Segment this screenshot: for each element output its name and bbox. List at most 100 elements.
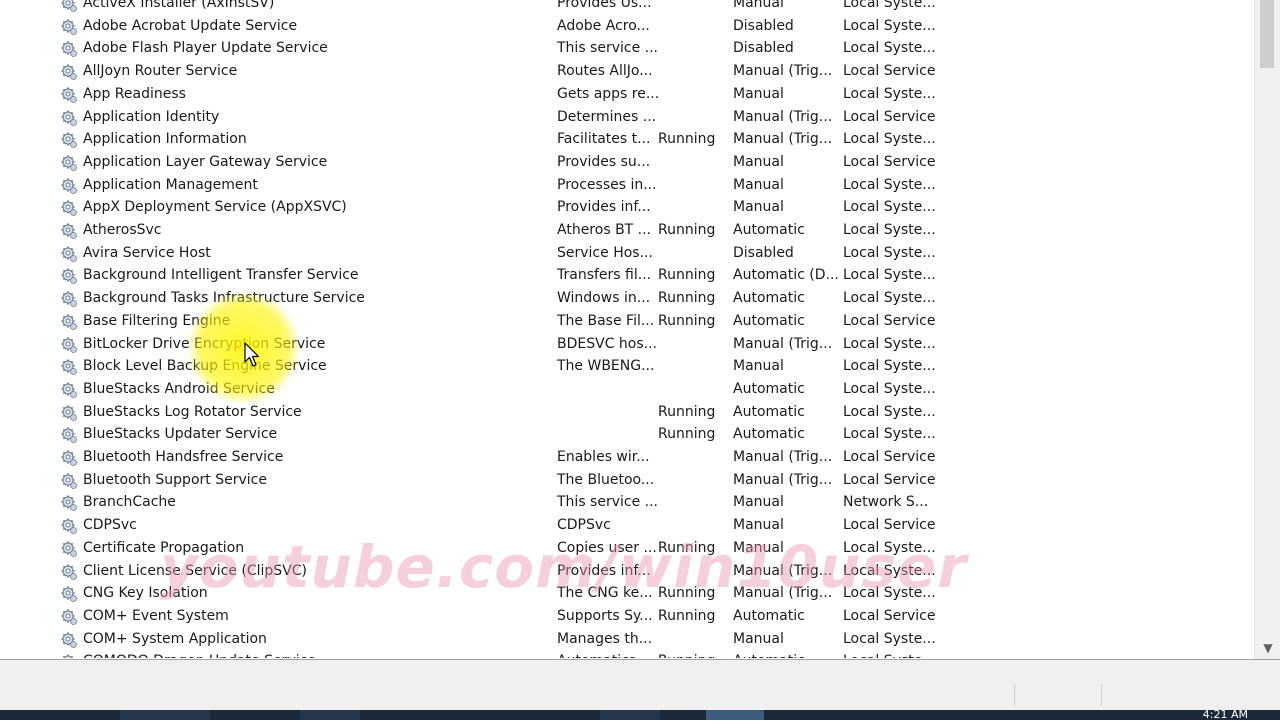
service-log-on-as: Local Syste... (843, 131, 936, 148)
service-row[interactable]: App Readiness Gets apps re... Manual Local … (0, 83, 1250, 105)
service-name: BlueStacks Android Service (83, 380, 275, 397)
service-log-on-as: Local Service (843, 471, 936, 488)
service-startup-type: Automatic (733, 607, 805, 624)
service-description: The CNG ke... (557, 585, 653, 602)
service-log-on-as: Local Syste... (843, 585, 936, 602)
service-row[interactable]: CNG Key Isolation The CNG ke... Running Man… (0, 582, 1250, 604)
taskbar-button[interactable] (300, 710, 360, 720)
service-status: Running (658, 222, 716, 238)
service-name: BlueStacks Updater Service (83, 426, 278, 443)
service-description: Copies user ... (557, 539, 657, 556)
service-log-on-as: Local Syste... (843, 403, 936, 420)
service-log-on-as: Local Service (843, 517, 936, 534)
service-row[interactable]: Adobe Flash Player Update Service This se… (0, 37, 1250, 59)
taskbar-button[interactable] (120, 710, 210, 720)
service-description: CDPSvc (557, 517, 611, 534)
service-row[interactable]: BlueStacks Log Rotator Service Running Aut… (0, 401, 1250, 423)
service-name: Application Identity (83, 108, 220, 125)
service-row[interactable]: COM+ Event System Supports Sy... Running Au… (0, 605, 1250, 627)
service-row[interactable]: Avira Service Host Service Hos... Disabled… (0, 242, 1250, 264)
gear-icon (60, 653, 78, 658)
service-row[interactable]: Adobe Acrobat Update Service Adobe Acro..… (0, 15, 1250, 37)
service-name: ActiveX Installer (AxInstSV) (83, 0, 275, 11)
service-description: This service ... (557, 494, 659, 511)
service-startup-type: Manual (Trig... (733, 585, 833, 602)
service-log-on-as: Local Syste... (843, 562, 936, 579)
service-log-on-as: Local Syste... (843, 653, 936, 658)
service-row[interactable]: COM+ System Application Manages th... Manu… (0, 628, 1250, 650)
service-log-on-as: Local Syste... (843, 40, 936, 57)
gear-icon (60, 131, 78, 149)
service-row[interactable]: Background Intelligent Transfer Service T… (0, 264, 1250, 286)
gear-icon (60, 245, 78, 263)
service-name: CDPSvc (83, 517, 137, 534)
service-row[interactable]: Base Filtering Engine The Base Fil... Runn… (0, 310, 1250, 332)
scroll-down-arrow[interactable]: ▼ (1255, 638, 1280, 658)
gear-icon (60, 18, 78, 36)
service-row[interactable]: COMODO Dragon Update Service Automatica..… (0, 650, 1250, 658)
service-status: Running (658, 403, 716, 420)
gear-icon (60, 267, 78, 285)
taskbar-clock[interactable]: 4:21 AM (1203, 708, 1248, 721)
service-description: The Bluetoo... (557, 471, 655, 488)
service-description: Routes AllJo... (557, 63, 653, 80)
service-status: Running (658, 131, 716, 148)
gear-icon (60, 40, 78, 58)
service-row[interactable]: BranchCache This service ... Manual Network… (0, 491, 1250, 513)
service-row[interactable]: AtherosSvc Atheros BT ... Running Automatic… (0, 219, 1250, 241)
taskbar: 4:21 AM (0, 708, 1280, 721)
gear-icon (60, 517, 78, 535)
service-startup-type: Manual (733, 630, 784, 647)
service-description: Processes in... (557, 176, 657, 193)
service-description: Gets apps re... (557, 85, 660, 102)
service-row[interactable]: AllJoyn Router Service Routes AllJo... Man… (0, 60, 1250, 82)
gear-icon (60, 222, 78, 240)
service-log-on-as: Local Syste... (843, 630, 936, 647)
service-log-on-as: Local Syste... (843, 290, 936, 307)
service-row[interactable]: Bluetooth Handsfree Service Enables wir..… (0, 446, 1250, 468)
taskbar-button[interactable] (600, 710, 660, 720)
service-description: The Base Fil... (557, 312, 655, 329)
gear-icon (60, 86, 78, 104)
service-status: Running (658, 267, 716, 284)
service-startup-type: Automatic (733, 290, 805, 307)
service-startup-type: Manual (733, 85, 784, 102)
service-row[interactable]: Application Information Facilitates t... R… (0, 128, 1250, 150)
service-row[interactable]: Client License Service (ClipSVC) Provides… (0, 560, 1250, 582)
service-name: BitLocker Drive Encryption Service (83, 335, 326, 352)
service-startup-type: Manual (733, 358, 784, 375)
service-startup-type: Manual (Trig... (733, 562, 833, 579)
gear-icon (60, 109, 78, 127)
service-status: Running (658, 426, 716, 443)
scroll-thumb[interactable] (1260, 0, 1274, 68)
taskbar-button-active[interactable] (706, 710, 764, 720)
gear-icon (60, 336, 78, 354)
service-log-on-as: Local Syste... (843, 380, 936, 397)
service-row[interactable]: AppX Deployment Service (AppXSVC) Provide… (0, 196, 1250, 218)
service-status: Running (658, 539, 716, 556)
service-description: Adobe Acro... (557, 17, 650, 34)
service-row[interactable]: Certificate Propagation Copies user ... Ru… (0, 537, 1250, 559)
service-row[interactable]: Bluetooth Support Service The Bluetoo... M… (0, 469, 1250, 491)
service-name: Bluetooth Support Service (83, 471, 267, 488)
service-row[interactable]: Block Level Backup Engine Service The WBE… (0, 355, 1250, 377)
service-startup-type: Manual (733, 153, 784, 170)
service-row[interactable]: CDPSvc CDPSvc Manual Local Service (0, 514, 1250, 536)
service-startup-type: Manual (Trig... (733, 471, 833, 488)
service-row[interactable]: ActiveX Installer (AxInstSV) Provides Us.… (0, 0, 1250, 14)
service-row[interactable]: BitLocker Drive Encryption Service BDESVC… (0, 333, 1250, 355)
vertical-scrollbar[interactable]: ▼ (1254, 0, 1280, 659)
service-row[interactable]: Application Identity Determines ... Manual… (0, 106, 1250, 128)
service-log-on-as: Local Service (843, 108, 936, 125)
service-row[interactable]: BlueStacks Android Service Automatic Local… (0, 378, 1250, 400)
service-row[interactable]: Application Layer Gateway Service Provide… (0, 151, 1250, 173)
service-row[interactable]: BlueStacks Updater Service Running Automat… (0, 423, 1250, 445)
service-startup-type: Manual (Trig... (733, 449, 833, 465)
service-name: Application Layer Gateway Service (83, 153, 328, 170)
service-description: BDESVC hos... (557, 335, 658, 352)
service-row[interactable]: Application Management Processes in... Man… (0, 174, 1250, 196)
service-startup-type: Manual (733, 199, 784, 216)
service-row[interactable]: Background Tasks Infrastructure Service W… (0, 287, 1250, 309)
service-status: Running (658, 653, 715, 658)
service-name: AllJoyn Router Service (83, 63, 238, 80)
